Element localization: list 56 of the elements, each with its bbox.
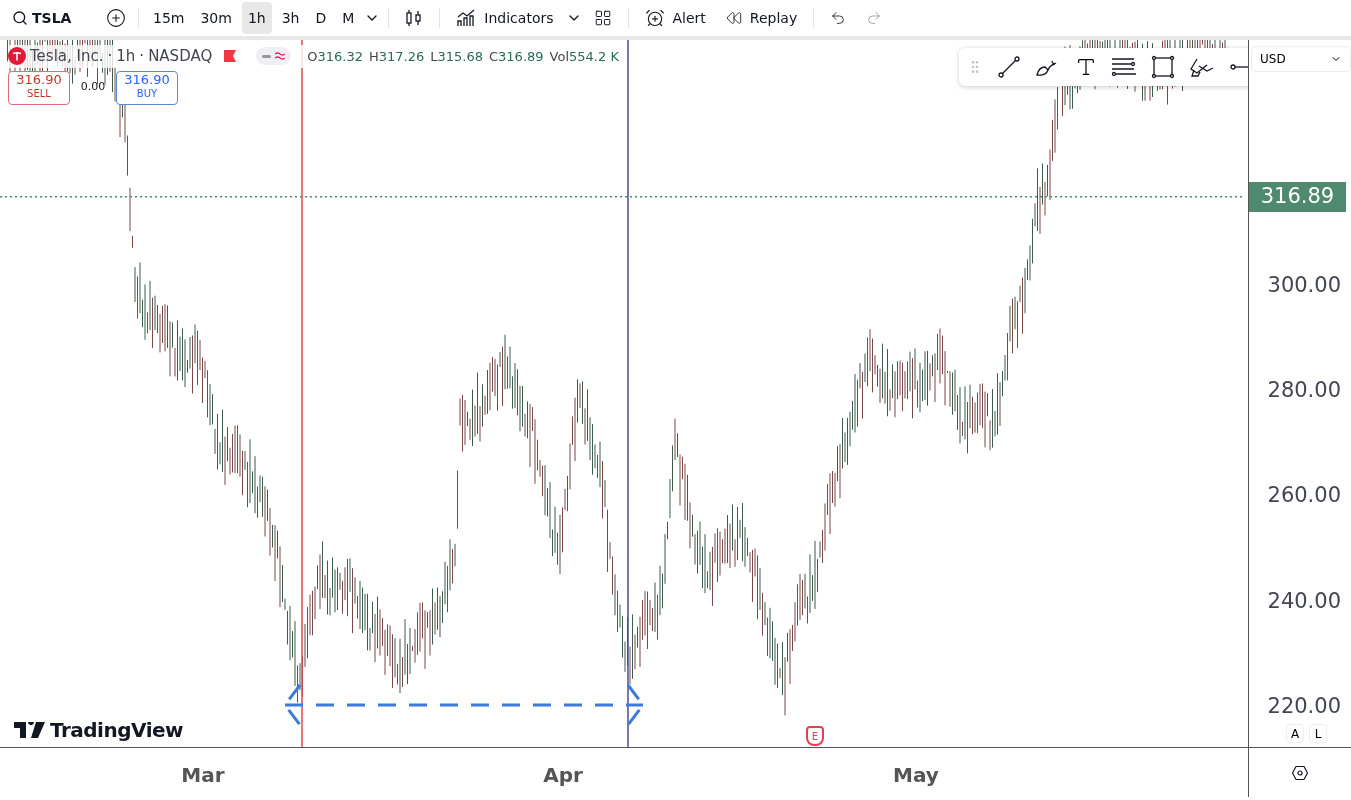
rectangle-icon[interactable] [1151, 55, 1175, 79]
undo-icon [830, 10, 847, 26]
price-label: 220.00 [1267, 695, 1341, 717]
settings-icon[interactable] [1292, 764, 1308, 781]
sell-button[interactable]: 316.90 SELL [8, 70, 70, 105]
minus-icon [262, 54, 272, 58]
time-label: May [893, 762, 939, 789]
interval-button[interactable]: 3h [275, 2, 306, 34]
chart-icon [456, 9, 477, 27]
currency-dropdown[interactable]: USD [1251, 46, 1351, 72]
ohlc-value: L315.68 [430, 47, 483, 66]
interval-button[interactable]: 30m [194, 2, 238, 34]
symbol-title: Tesla, Inc. [30, 46, 104, 67]
ohlc-value: H317.26 [368, 47, 425, 66]
wave-icon [275, 52, 286, 61]
redo-icon [866, 10, 883, 26]
flag-icon[interactable] [224, 50, 237, 63]
interval-button[interactable]: M [336, 2, 361, 34]
time-label: Mar [181, 762, 225, 789]
parallel-lines-icon[interactable] [1111, 55, 1137, 79]
grid-icon [593, 9, 612, 27]
status-pill[interactable] [256, 47, 292, 66]
buy-button[interactable]: 316.90 BUY [116, 70, 178, 105]
alarm-clock-icon [644, 8, 665, 28]
ohlc-value: O316.32 [307, 47, 363, 66]
scale-button[interactable]: A [1286, 724, 1304, 743]
indicators-button[interactable]: Indicators [448, 7, 562, 29]
interval-button[interactable]: 1h [241, 2, 272, 34]
time-label: Apr [543, 762, 583, 789]
interval-button[interactable]: D [309, 2, 333, 34]
interval-label: 1h [116, 46, 136, 67]
price-label: 260.00 [1267, 485, 1341, 507]
ohlc-value: Vol554.2 K [549, 47, 619, 66]
last-price-tag: 316.89 [1249, 181, 1346, 212]
spread-value: 0.00 [79, 79, 107, 96]
search-icon [12, 10, 28, 26]
trend-line-icon[interactable] [997, 55, 1021, 79]
interval-button[interactable]: 15m [147, 2, 191, 34]
text-icon[interactable] [1075, 56, 1097, 78]
scale-button[interactable]: L [1309, 724, 1327, 743]
separator-dot: · [107, 46, 113, 67]
watermark-logo: TradingView [50, 717, 184, 744]
alert-button[interactable]: Alert [636, 7, 714, 29]
logo-icon [14, 722, 46, 738]
candlestick-icon [405, 8, 424, 28]
plus-icon [106, 8, 126, 28]
rewind-icon [725, 10, 742, 26]
earnings-marker[interactable]: E [806, 726, 824, 746]
price-label: 300.00 [1267, 274, 1341, 296]
exchange-label: NASDAQ [148, 46, 213, 67]
separator-dot: · [139, 46, 145, 67]
symbol-search[interactable]: TSLA [8, 7, 98, 29]
replay-button[interactable]: Replay [717, 7, 806, 29]
price-label: 280.00 [1267, 379, 1341, 401]
price-label: 240.00 [1267, 590, 1341, 612]
ohlc-value: C316.89 [489, 47, 544, 66]
